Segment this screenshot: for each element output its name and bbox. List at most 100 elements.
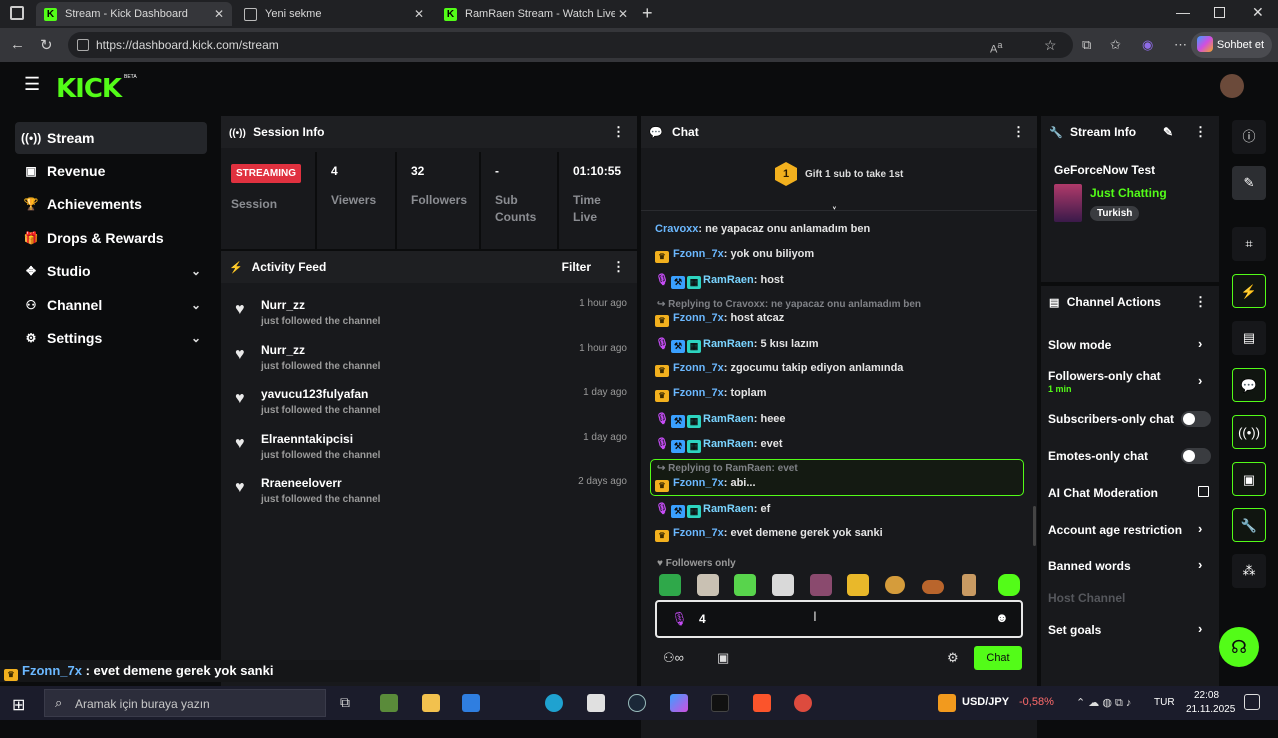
crop-button[interactable]: ⌗ (1232, 227, 1266, 261)
window-close-icon[interactable]: ✕ (1252, 4, 1264, 21)
chevron-right-icon[interactable]: › (1198, 521, 1202, 536)
chrome-icon[interactable] (794, 694, 812, 712)
emote-crown-icon[interactable] (847, 574, 869, 596)
copilot-app-icon[interactable] (670, 694, 688, 712)
emote-figure-icon[interactable] (962, 574, 976, 596)
chat-username[interactable]: RamRaen (703, 338, 754, 350)
minimize-icon[interactable]: — (1176, 4, 1190, 20)
chat-username[interactable]: RamRaen (703, 274, 754, 286)
reload-icon[interactable]: ↻ (40, 36, 53, 54)
clock-time[interactable]: 22:08 (1194, 690, 1219, 701)
set-goals-label[interactable]: Set goals (1048, 623, 1101, 637)
tiktok-icon[interactable] (711, 694, 729, 712)
info-button[interactable]: ⓘ (1232, 120, 1266, 154)
extensions-icon[interactable]: ⧉ (1082, 37, 1091, 53)
more-menu-icon[interactable]: ⋯ (1174, 37, 1187, 53)
minecraft-app-icon[interactable] (380, 694, 398, 712)
sidebar-item-drops[interactable]: 🎁 Drops & Rewards (15, 222, 207, 254)
chat-username[interactable]: Cravoxx (655, 223, 698, 235)
category-thumbnail[interactable] (1054, 184, 1082, 222)
subscribers-only-toggle[interactable] (1181, 411, 1211, 427)
sidebar-item-stream[interactable]: ((•)) Stream (15, 122, 207, 154)
edit-button[interactable]: ✎ (1232, 166, 1266, 200)
chat-input[interactable]: 🎙 4 I ☻ (655, 600, 1023, 638)
chat-button[interactable]: 💬 (1232, 368, 1266, 402)
file-explorer-icon[interactable] (422, 694, 440, 712)
ticker-symbol[interactable]: USD/JPY (962, 696, 1009, 708)
photos-icon[interactable] (587, 694, 605, 712)
emote-cat-icon[interactable] (697, 574, 719, 596)
notes-button[interactable]: ▤ (1232, 321, 1266, 355)
wrench-button[interactable]: 🔧 (1232, 508, 1266, 542)
favorites-icon[interactable]: ✩ (1110, 37, 1121, 53)
clock-date[interactable]: 21.11.2025 (1186, 704, 1235, 715)
chat-username[interactable]: Fzonn_7x (673, 527, 724, 539)
sidebar-item-studio[interactable]: ✥ Studio ⌄ (15, 255, 207, 287)
emote-burger-icon[interactable] (885, 576, 905, 594)
chat-username[interactable]: Fzonn_7x (673, 387, 724, 399)
copilot-chat-button[interactable]: Sohbet et (1190, 32, 1272, 58)
read-aloud-icon[interactable]: Aa (990, 32, 1002, 63)
emote-frog-icon[interactable] (659, 574, 681, 596)
maximize-icon[interactable] (1214, 7, 1225, 18)
bolt-button[interactable]: ⚡ (1232, 274, 1266, 308)
hamburger-menu-icon[interactable]: ☰ (24, 74, 40, 95)
banned-words-label[interactable]: Banned words (1048, 559, 1131, 573)
more-vertical-icon[interactable]: ⋮ (612, 251, 625, 283)
chat-username[interactable]: Fzonn_7x (673, 362, 724, 374)
emote-face-icon[interactable] (810, 574, 832, 596)
chevron-right-icon[interactable]: › (1198, 621, 1202, 636)
chat-settings-gear-icon[interactable]: ⚙ (947, 650, 959, 666)
sidebar-item-achievements[interactable]: 🏆 Achievements (15, 188, 207, 220)
tab-new[interactable]: Yeni sekme ✕ (236, 2, 432, 26)
chat-username[interactable]: RamRaen (703, 438, 754, 450)
sidebar-item-revenue[interactable]: ▣ Revenue (15, 155, 207, 187)
close-icon[interactable]: ✕ (414, 7, 424, 21)
gift-sub-banner[interactable]: 1 Gift 1 sub to take 1st (775, 162, 903, 186)
back-arrow-icon[interactable]: ← (10, 36, 25, 53)
chat-username[interactable]: Fzonn_7x (673, 248, 724, 260)
avatar[interactable] (1220, 74, 1244, 98)
add-widget-button[interactable]: ⁂ (1232, 554, 1266, 588)
filter-button[interactable]: Filter (562, 251, 591, 283)
chat-users-icon[interactable]: ⚇∞ (663, 650, 684, 666)
steam-icon[interactable] (628, 694, 646, 712)
slow-mode-label[interactable]: Slow mode (1048, 338, 1111, 352)
close-icon[interactable]: ✕ (618, 7, 628, 21)
mail-icon[interactable] (462, 694, 480, 712)
kick-logo[interactable]: KICK (56, 74, 122, 104)
taskbar-search[interactable]: ⌕ Aramak için buraya yazın (44, 689, 326, 717)
brave-icon[interactable] (753, 694, 771, 712)
chevron-right-icon[interactable]: › (1198, 373, 1202, 388)
more-vertical-icon[interactable]: ⋮ (1194, 286, 1207, 318)
tab-stream-dashboard[interactable]: K Stream - Kick Dashboard ✕ (36, 2, 232, 26)
more-vertical-icon[interactable]: ⋮ (1194, 116, 1207, 148)
follower-name[interactable]: Nurr_zz (261, 343, 305, 357)
external-link-icon[interactable] (1198, 486, 1209, 497)
favorite-star-icon[interactable]: ☆ (1044, 32, 1057, 58)
emote-ghost-icon[interactable] (772, 574, 794, 596)
emotes-only-toggle[interactable] (1181, 448, 1211, 464)
support-button[interactable]: ☊ (1219, 627, 1259, 667)
follower-name[interactable]: Nurr_zz (261, 298, 305, 312)
edge-browser-icon[interactable] (545, 694, 563, 712)
chevron-right-icon[interactable]: › (1198, 557, 1202, 572)
follower-name[interactable]: Elraenntakipcisi (261, 432, 353, 446)
notification-icon[interactable] (1244, 694, 1260, 710)
new-tab-plus-icon[interactable]: + (642, 3, 653, 24)
send-chat-button[interactable]: Chat (974, 646, 1022, 670)
url-field[interactable]: https://dashboard.kick.com/stream Aa ☆ (68, 32, 1073, 58)
profile-icon[interactable]: ◉ (1142, 37, 1153, 53)
task-view-icon[interactable]: ⧉ (340, 694, 350, 711)
close-icon[interactable]: ✕ (214, 7, 224, 21)
language-indicator[interactable]: TUR (1154, 697, 1175, 708)
chevron-right-icon[interactable]: › (1198, 336, 1202, 351)
follower-name[interactable]: yavucu123fulyafan (261, 387, 368, 401)
account-age-label[interactable]: Account age restriction (1048, 523, 1182, 537)
chat-scrollbar[interactable] (1033, 506, 1036, 546)
chat-username[interactable]: Fzonn_7x (673, 312, 724, 324)
store-icon[interactable]: ▣ (717, 650, 729, 666)
followers-only-label[interactable]: Followers-only chat (1048, 369, 1161, 383)
emote-creeper-icon[interactable] (734, 574, 756, 596)
broadcast-button[interactable]: ((•)) (1232, 415, 1266, 449)
